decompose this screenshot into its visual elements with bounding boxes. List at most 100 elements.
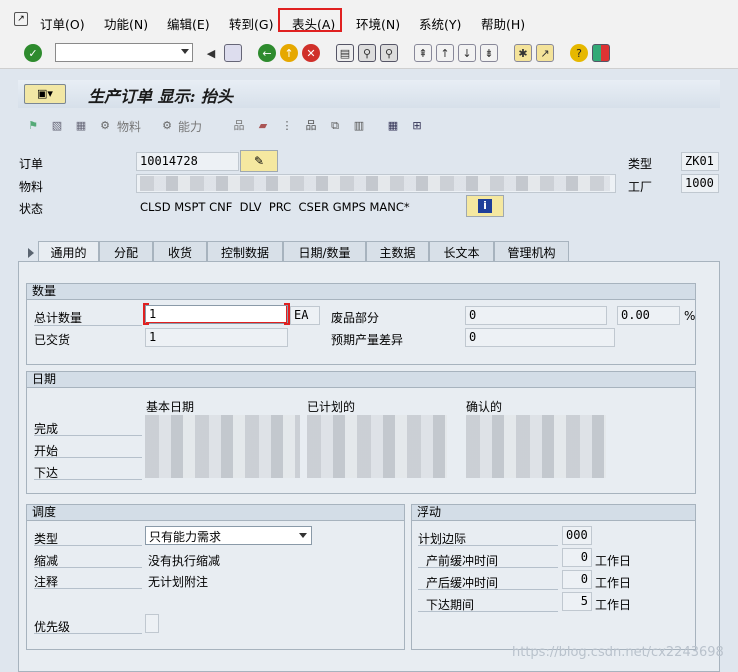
- col-scheduled-label: 已计划的: [307, 400, 356, 414]
- menu-goto[interactable]: 转到(G): [229, 14, 273, 33]
- sched-type-select[interactable]: 只有能力需求: [145, 526, 312, 545]
- find-icon[interactable]: ⚲: [358, 44, 376, 62]
- command-field[interactable]: [55, 43, 193, 62]
- note-underline: [34, 588, 142, 589]
- after-field[interactable]: 0: [562, 570, 592, 589]
- check-icon[interactable]: ✓: [24, 44, 42, 62]
- note-value: 无计划附注: [148, 575, 209, 589]
- delivered-field[interactable]: 1: [145, 328, 288, 347]
- grid-icon[interactable]: ▦: [384, 116, 402, 134]
- hierarchy-icon[interactable]: 品: [230, 116, 248, 134]
- save-icon[interactable]: [224, 44, 242, 62]
- shortcut-icon[interactable]: ↗: [536, 44, 554, 62]
- menu-order[interactable]: 订单(O): [40, 14, 85, 33]
- chevron-down-icon[interactable]: [299, 533, 307, 538]
- back-arrow-icon[interactable]: ◀: [202, 44, 220, 62]
- tab-scroll-icon[interactable]: [28, 248, 34, 258]
- menu-help[interactable]: 帮助(H): [481, 14, 525, 33]
- document-icon[interactable]: ▧: [48, 116, 66, 134]
- menu-edit[interactable]: 编辑(E): [167, 14, 210, 33]
- after-underline: [418, 589, 558, 590]
- release-period-unit: 工作日: [595, 598, 632, 612]
- material-button-label[interactable]: 物料: [117, 118, 141, 135]
- scheduled-dates-redacted: [307, 415, 447, 478]
- release-period-field[interactable]: 5: [562, 592, 592, 611]
- first-page-icon[interactable]: ⇞: [414, 44, 432, 62]
- tab-assignment[interactable]: 分配: [99, 241, 153, 261]
- tree-icon[interactable]: ⊞: [408, 116, 426, 134]
- table-icon[interactable]: ▦: [72, 116, 90, 134]
- order-label: 订单: [19, 157, 44, 171]
- material-redacted: [140, 176, 610, 191]
- scrap-label: 废品部分: [331, 311, 380, 325]
- after-unit: 工作日: [595, 576, 632, 590]
- plant-label: 工厂: [628, 180, 653, 194]
- field-marker-left: [143, 303, 149, 325]
- before-underline: [418, 567, 558, 568]
- next-page-icon[interactable]: ↓: [458, 44, 476, 62]
- before-unit: 工作日: [595, 554, 632, 568]
- standard-toolbar: ✓ ◀ ← ↑ ✕ ▤ ⚲ ⚲ ⇞ ↑ ↓ ⇟ ✱ ↗ ?: [0, 40, 738, 69]
- menu-button-icon[interactable]: ▣▾: [24, 84, 66, 104]
- release-period-underline: [418, 611, 558, 612]
- menu-icon[interactable]: ↗: [14, 12, 28, 26]
- copy-icon[interactable]: ⧉: [326, 116, 344, 134]
- menu-function[interactable]: 功能(N): [104, 14, 148, 33]
- exit-icon[interactable]: ↑: [280, 44, 298, 62]
- tab-control-data[interactable]: 控制数据: [207, 241, 283, 261]
- before-field[interactable]: 0: [562, 548, 592, 567]
- total-qty-field[interactable]: 1: [145, 305, 288, 324]
- page-title: 生产订单 显示: 抬头: [88, 87, 234, 106]
- tab-admin[interactable]: 管理机构: [494, 241, 569, 261]
- capacity-icon[interactable]: ⚙: [158, 116, 176, 134]
- truck-icon[interactable]: ▰: [254, 116, 272, 134]
- sched-type-underline: [34, 545, 142, 546]
- type-field[interactable]: ZK01: [681, 152, 719, 171]
- priority-field[interactable]: [145, 614, 159, 633]
- last-page-icon[interactable]: ⇟: [480, 44, 498, 62]
- document-list-icon[interactable]: ▥: [350, 116, 368, 134]
- tab-general[interactable]: 通用的: [38, 241, 99, 261]
- tab-long-text[interactable]: 长文本: [429, 241, 494, 261]
- scrap-field[interactable]: 0: [465, 306, 607, 325]
- flag-icon[interactable]: ⚑: [24, 116, 42, 134]
- finish-underline: [34, 435, 142, 436]
- dropdown-arrow-icon[interactable]: [181, 49, 189, 54]
- sched-type-value: 只有能力需求: [149, 530, 222, 544]
- plant-field[interactable]: 1000: [681, 174, 719, 193]
- print-icon[interactable]: ▤: [336, 44, 354, 62]
- total-qty-underline: [34, 325, 142, 326]
- material-icon[interactable]: ⚙: [96, 116, 114, 134]
- reduction-value: 没有执行缩减: [148, 554, 221, 568]
- quantity-group-title: 数量: [27, 284, 695, 300]
- tab-goods-receipt[interactable]: 收货: [153, 241, 207, 261]
- dates-group-title: 日期: [27, 372, 695, 388]
- basic-dates-redacted: [145, 415, 300, 478]
- delivered-label: 已交货: [34, 333, 71, 347]
- scrap-pct-field[interactable]: 0.00: [617, 306, 680, 325]
- confirmed-dates-redacted: [466, 415, 606, 478]
- col-confirmed-label: 确认的: [466, 400, 503, 414]
- margin-field[interactable]: 000: [562, 526, 592, 545]
- unit-field[interactable]: EA: [290, 306, 320, 325]
- info-icon[interactable]: i: [466, 195, 504, 217]
- find-next-icon[interactable]: ⚲: [380, 44, 398, 62]
- network-icon[interactable]: 品: [302, 116, 320, 134]
- back-icon[interactable]: ←: [258, 44, 276, 62]
- component-icon[interactable]: ⋮: [278, 116, 296, 134]
- layout-icon[interactable]: [592, 44, 610, 62]
- new-session-icon[interactable]: ✱: [514, 44, 532, 62]
- material-label: 物料: [19, 180, 44, 194]
- expected-field[interactable]: 0: [465, 328, 615, 347]
- tab-dates-quantities[interactable]: 日期/数量: [283, 241, 366, 261]
- menu-system[interactable]: 系统(Y): [419, 14, 461, 33]
- scheduling-group-title: 调度: [27, 505, 404, 521]
- menu-environment[interactable]: 环境(N): [356, 14, 400, 33]
- tab-master-data[interactable]: 主数据: [366, 241, 429, 261]
- help-icon[interactable]: ?: [570, 44, 588, 62]
- capacity-button-label[interactable]: 能力: [178, 118, 202, 135]
- order-field[interactable]: 10014728: [136, 152, 239, 171]
- order-document-icon[interactable]: ✎: [240, 150, 278, 172]
- prev-page-icon[interactable]: ↑: [436, 44, 454, 62]
- cancel-icon[interactable]: ✕: [302, 44, 320, 62]
